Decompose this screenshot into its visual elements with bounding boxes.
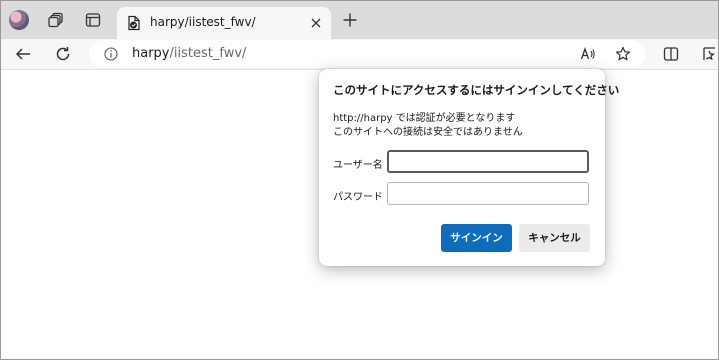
username-input[interactable] [387, 150, 589, 173]
back-arrow-icon[interactable] [14, 45, 32, 63]
cancel-button[interactable]: キャンセル [519, 224, 590, 252]
split-screen-icon[interactable] [662, 45, 680, 63]
close-icon[interactable] [308, 15, 324, 31]
url-text[interactable]: harpy/iistest_fwv/ [132, 46, 246, 61]
profile-avatar[interactable] [9, 10, 29, 30]
password-input[interactable] [387, 182, 589, 205]
tab-title: harpy/iistest_fwv/ [150, 15, 256, 29]
page-loading-icon [128, 15, 140, 31]
url-host: harpy [132, 46, 170, 61]
favorite-star-icon[interactable] [615, 46, 631, 62]
username-label: ユーザー名 [333, 160, 383, 171]
dialog-title: このサイトにアクセスするにはサインインしてください [333, 83, 620, 97]
refresh-icon[interactable] [54, 45, 72, 63]
browser-toolbar: harpy/iistest_fwv/ [1, 39, 718, 70]
favorites-bar-icon[interactable] [701, 45, 719, 63]
password-label: パスワード [333, 192, 383, 203]
address-bar[interactable]: harpy/iistest_fwv/ [89, 40, 645, 68]
dialog-message-line2: このサイトへの接続は安全ではありません [333, 127, 523, 138]
sign-in-dialog: このサイトにアクセスするにはサインインしてください http://harpy で… [319, 69, 619, 266]
url-path: /iistest_fwv/ [169, 46, 247, 61]
new-tab-icon[interactable] [342, 12, 358, 28]
workspaces-icon[interactable] [47, 11, 65, 29]
read-aloud-icon[interactable] [580, 46, 596, 62]
sign-in-button[interactable]: サインイン [441, 224, 512, 252]
tab-strip: harpy/iistest_fwv/ [1, 1, 718, 39]
info-icon[interactable] [104, 47, 118, 61]
dialog-message-line1: http://harpy では認証が必要となります [333, 113, 516, 124]
tab-actions-icon[interactable] [84, 11, 102, 29]
tab-active[interactable]: harpy/iistest_fwv/ [117, 7, 331, 39]
browser-window: harpy/iistest_fwv/ harpy/iistest_fwv/ この… [0, 0, 719, 360]
